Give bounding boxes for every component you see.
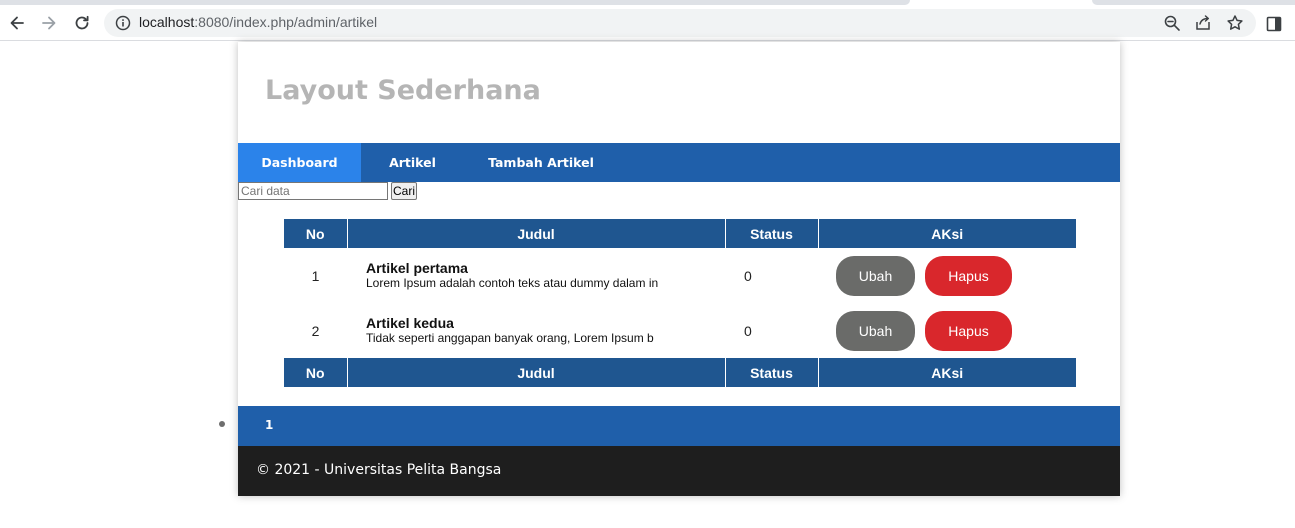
- site-footer: © 2021 - Universitas Pelita Bangsa: [238, 446, 1120, 496]
- pagination-bar: 1: [238, 406, 1120, 446]
- cell-status: 0: [744, 322, 752, 339]
- cell-aksi: Ubah Hapus: [818, 303, 1076, 358]
- column-footer-aksi: AKsi: [818, 358, 1076, 387]
- article-table: No Judul Status AKsi 1 Artikel pertama L…: [284, 219, 1076, 387]
- search-button[interactable]: Cari: [391, 182, 417, 200]
- article-title: Artikel pertama: [366, 260, 468, 276]
- column-footer-status: Status: [725, 358, 819, 387]
- page-container: Layout Sederhana Dashboard Artikel Tamba…: [238, 42, 1120, 496]
- table-row: 1 Artikel pertama Lorem Ipsum adalah con…: [284, 248, 1076, 303]
- column-footer-judul: Judul: [347, 358, 726, 387]
- delete-button[interactable]: Hapus: [925, 255, 1012, 296]
- search-input[interactable]: [238, 182, 388, 200]
- edit-button[interactable]: Ubah: [836, 255, 915, 296]
- cell-no: 1: [311, 267, 320, 284]
- reload-icon[interactable]: [71, 12, 93, 34]
- nav-item-artikel[interactable]: Artikel: [361, 143, 464, 182]
- address-bar[interactable]: localhost:8080/index.php/admin/artikel: [104, 9, 1256, 37]
- site-title: Layout Sederhana: [265, 75, 541, 106]
- site-header: Layout Sederhana: [238, 42, 1120, 143]
- url-host: localhost: [139, 14, 195, 30]
- forward-arrow-icon[interactable]: [38, 12, 60, 34]
- main-nav: Dashboard Artikel Tambah Artikel: [238, 143, 1120, 182]
- article-excerpt: Lorem Ipsum adalah contoh teks atau dumm…: [366, 276, 659, 290]
- delete-button[interactable]: Hapus: [925, 310, 1012, 351]
- browser-toolbar: localhost:8080/index.php/admin/artikel: [0, 5, 1295, 41]
- column-header-aksi: AKsi: [818, 219, 1076, 248]
- list-bullet: [219, 421, 225, 427]
- column-footer-no: No: [284, 358, 348, 387]
- nav-item-tambah-artikel[interactable]: Tambah Artikel: [464, 143, 618, 182]
- share-icon[interactable]: [1194, 14, 1212, 32]
- pagination-page-link[interactable]: 1: [265, 418, 273, 432]
- cell-no: 2: [311, 322, 320, 339]
- cell-judul: Artikel kedua Tidak seperti anggapan ban…: [347, 303, 725, 358]
- article-excerpt: Tidak seperti anggapan banyak orang, Lor…: [366, 331, 654, 345]
- back-arrow-icon[interactable]: [6, 12, 28, 34]
- info-icon[interactable]: [115, 15, 131, 31]
- cell-status: 0: [744, 267, 752, 284]
- zoom-out-icon[interactable]: [1163, 14, 1181, 32]
- table-row: 2 Artikel kedua Tidak seperti anggapan b…: [284, 303, 1076, 358]
- bookmark-star-icon[interactable]: [1226, 14, 1244, 32]
- article-title: Artikel kedua: [366, 315, 454, 331]
- cell-judul: Artikel pertama Lorem Ipsum adalah conto…: [347, 248, 725, 303]
- table-footer-row: No Judul Status AKsi: [284, 358, 1076, 387]
- column-header-judul: Judul: [347, 219, 726, 248]
- footer-copyright: © 2021 - Universitas Pelita Bangsa: [256, 462, 502, 478]
- edit-button[interactable]: Ubah: [836, 310, 915, 351]
- cell-aksi: Ubah Hapus: [818, 248, 1076, 303]
- column-header-status: Status: [725, 219, 819, 248]
- table-header-row: No Judul Status AKsi: [284, 219, 1076, 248]
- column-header-no: No: [284, 219, 348, 248]
- nav-item-dashboard[interactable]: Dashboard: [238, 143, 361, 182]
- side-panel-icon[interactable]: [1266, 16, 1282, 32]
- url-text[interactable]: localhost:8080/index.php/admin/artikel: [139, 14, 377, 30]
- url-path: :8080/index.php/admin/artikel: [194, 14, 378, 30]
